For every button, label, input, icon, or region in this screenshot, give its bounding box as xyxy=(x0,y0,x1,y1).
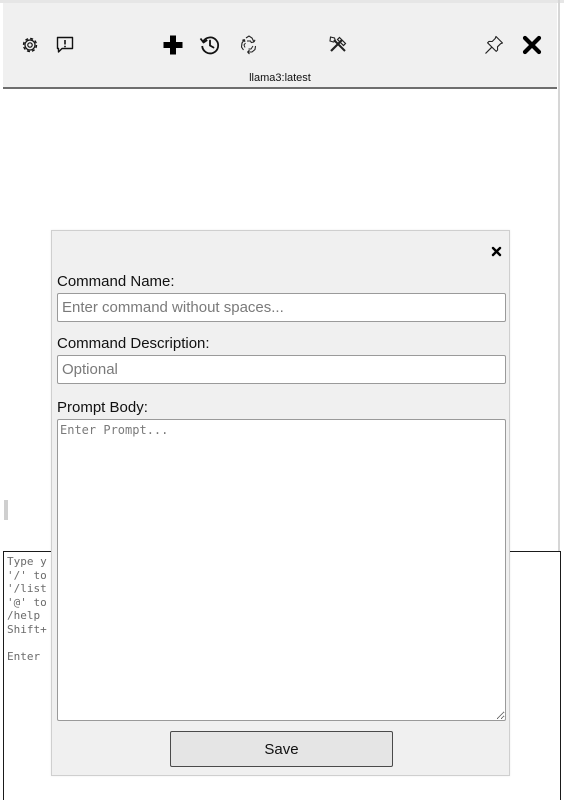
command-description-input[interactable] xyxy=(57,355,506,384)
tools-icon[interactable] xyxy=(325,32,351,58)
plus-icon[interactable] xyxy=(160,32,186,58)
command-description-label: Command Description: xyxy=(57,335,210,352)
scroll-indicator xyxy=(4,500,8,520)
command-name-input[interactable] xyxy=(57,293,506,322)
gear-icon[interactable] xyxy=(17,32,43,58)
prompt-body-textarea[interactable] xyxy=(57,419,506,721)
close-icon[interactable] xyxy=(519,32,545,58)
recycle-icon[interactable] xyxy=(236,32,262,58)
prompt-body-label: Prompt Body: xyxy=(57,399,148,416)
feedback-icon[interactable] xyxy=(52,32,78,58)
custom-command-dialog: Command Name: Command Description: Promp… xyxy=(51,230,510,776)
model-name-label: llama3:latest xyxy=(249,72,311,84)
chat-input-placeholder: Type y '/' to '/list '@' to /help Shift+… xyxy=(7,555,47,663)
panel-right-edge xyxy=(558,0,560,552)
dialog-close-icon[interactable] xyxy=(489,244,503,258)
history-icon[interactable] xyxy=(197,32,223,58)
command-name-label: Command Name: xyxy=(57,273,175,290)
pin-icon[interactable] xyxy=(481,32,507,58)
save-button[interactable]: Save xyxy=(170,731,393,767)
toolbar: llama3:latest xyxy=(3,3,557,89)
